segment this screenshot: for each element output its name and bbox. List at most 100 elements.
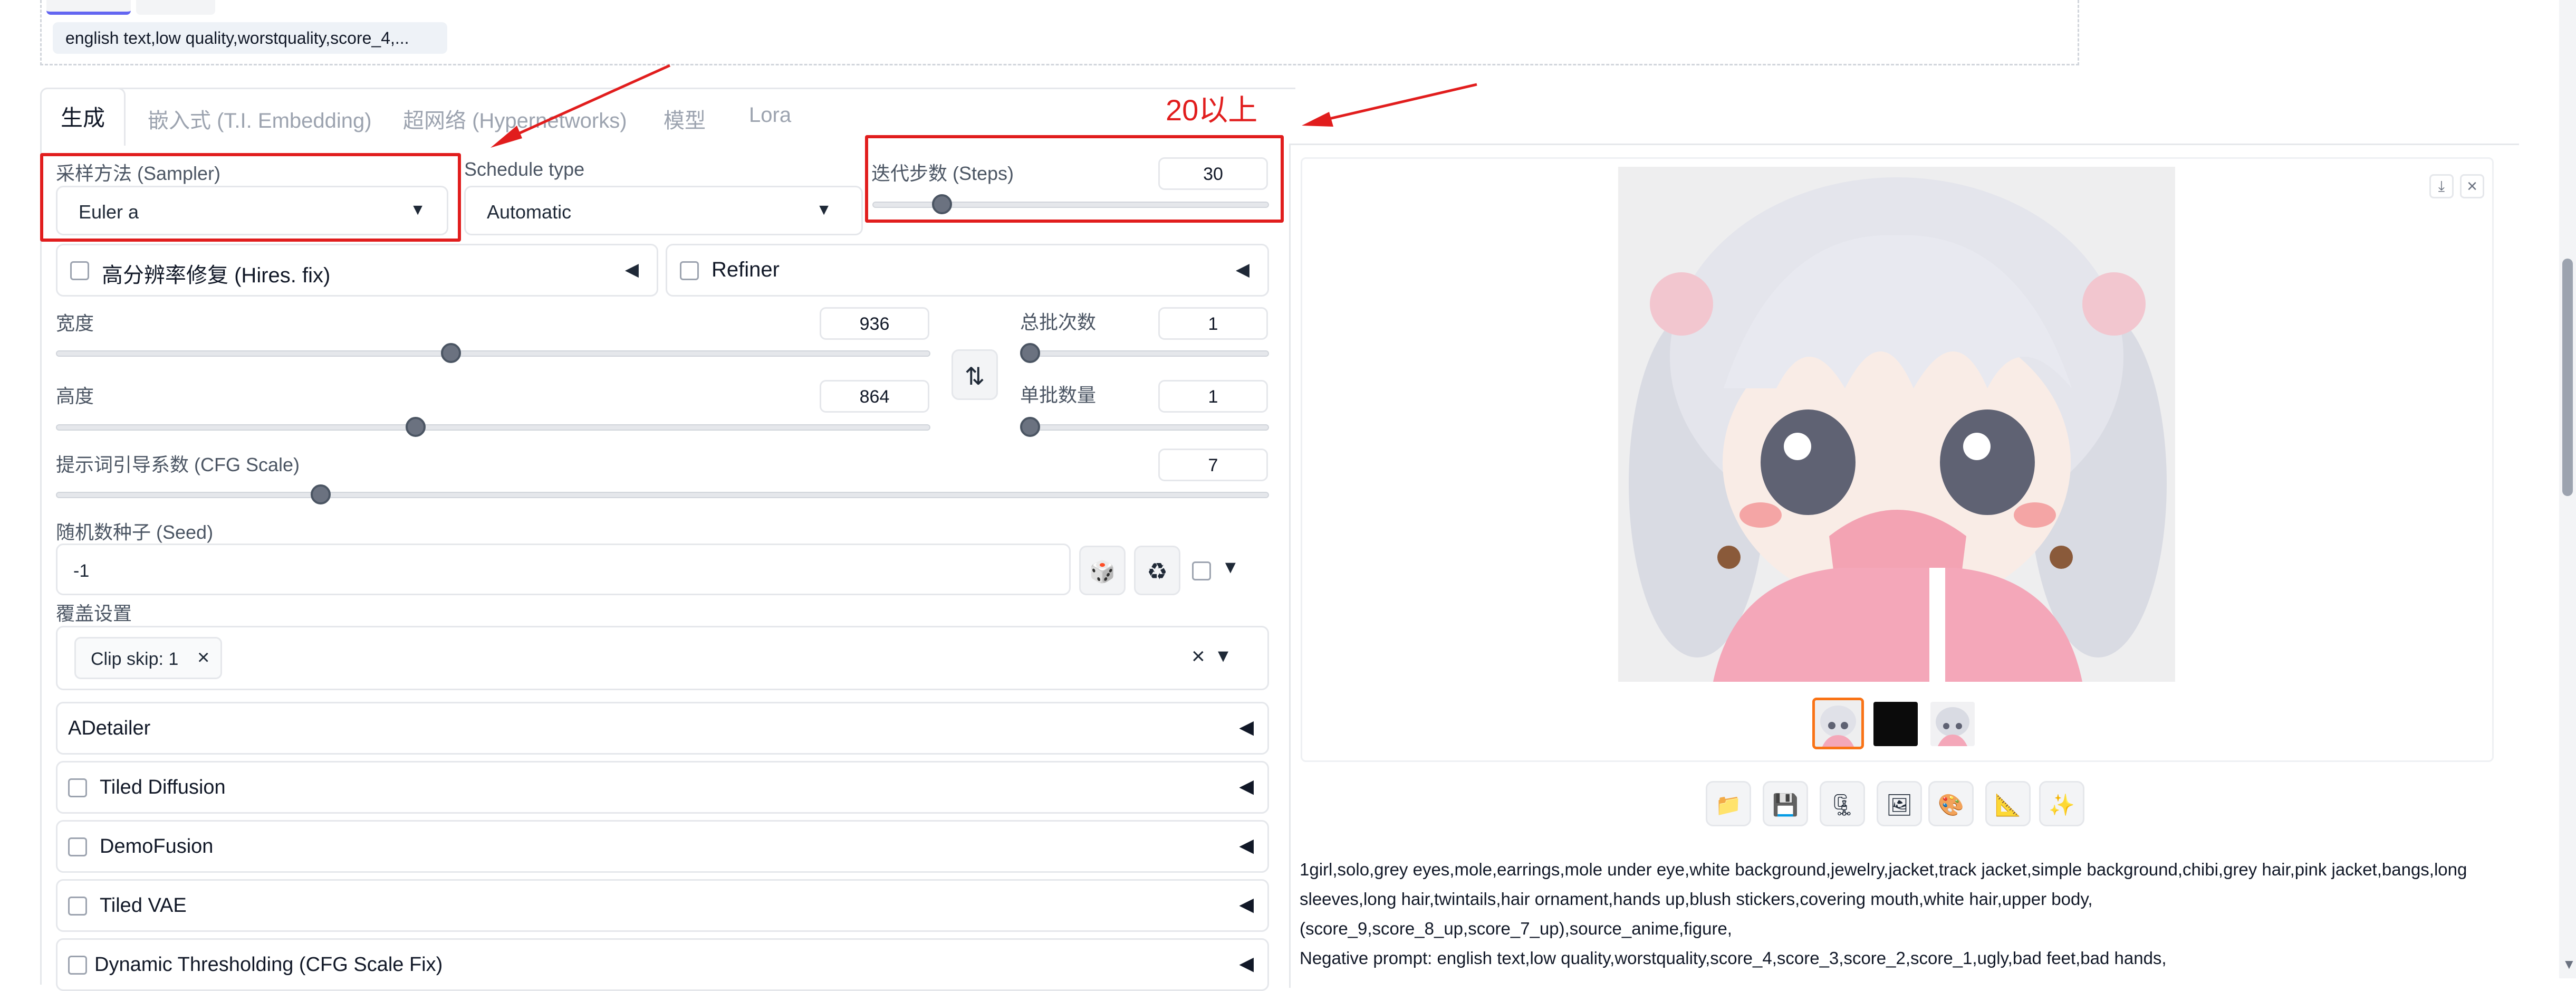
extra-seed-checkbox[interactable] [1192, 561, 1211, 580]
accordion-label: Dynamic Thresholding (CFG Scale Fix) [94, 954, 443, 976]
seed-input[interactable]: -1 [56, 544, 1071, 595]
steps-label: 迭代步数 (Steps) [871, 163, 1014, 184]
height-slider-thumb[interactable] [406, 417, 426, 437]
right-eye [1940, 409, 2035, 515]
accordion-adetailer[interactable]: ADetailer ◀ [56, 702, 1269, 755]
page-scrollbar[interactable]: ▼ [2559, 0, 2576, 978]
collapse-icon[interactable]: ◀ [625, 259, 639, 280]
arrow-to-sampler [500, 64, 671, 143]
generation-info-line: Negative prompt: english text,low qualit… [1300, 948, 2167, 968]
accordion-label: Tiled VAE [100, 894, 187, 917]
thumbnail-3-image [1936, 707, 1969, 746]
sampler-dropdown[interactable]: Euler a ▼ [56, 186, 448, 235]
send-to-extras-button[interactable]: 📐 [1985, 781, 2031, 826]
override-input[interactable]: Clip skip: 1 × × ▾ [56, 626, 1269, 690]
close-icon[interactable]: × [2460, 174, 2484, 198]
hires-fix-checkbox[interactable] [70, 261, 89, 280]
left-blush [1739, 502, 1782, 528]
chevron-down-icon: ▼ [816, 201, 832, 218]
collapse-icon[interactable]: ◀ [1239, 834, 1254, 856]
steps-input[interactable]: 30 [1158, 157, 1268, 190]
accordion-label: DemoFusion [100, 835, 214, 857]
demofusion-checkbox[interactable] [68, 837, 87, 856]
height-slider-track[interactable] [56, 424, 930, 431]
batch-count-slider-track[interactable] [1020, 350, 1269, 357]
generated-image[interactable] [1618, 167, 2175, 682]
accordion-tiled-diffusion[interactable]: Tiled Diffusion ◀ [56, 761, 1269, 814]
left-eye [1761, 409, 1856, 515]
batch-count-slider-thumb[interactable] [1020, 343, 1040, 363]
clear-icon[interactable]: × [1191, 643, 1205, 670]
cfg-input[interactable]: 7 [1158, 449, 1268, 481]
sampler-label: 采样方法 (Sampler) [56, 163, 221, 184]
tiled-diffusion-checkbox[interactable] [68, 778, 87, 797]
batch-size-slider-track[interactable] [1020, 424, 1269, 431]
right-hair-ornament [2082, 272, 2146, 336]
width-slider-track[interactable] [56, 350, 930, 357]
collapse-icon[interactable]: ◀ [1239, 716, 1254, 738]
thumbnail-1[interactable] [1812, 698, 1864, 749]
send-to-img2img-button[interactable]: 🖼 [1877, 781, 1922, 826]
left-eye-highlight [1784, 433, 1811, 460]
seed-value: -1 [73, 561, 90, 581]
upscale-button[interactable]: ✨ [2039, 781, 2084, 826]
arrow-head-steps [1302, 112, 1333, 127]
hires-fix-accordion[interactable]: 高分辨率修复 (Hires. fix) ◀ [56, 244, 658, 297]
cfg-slider-track[interactable] [56, 492, 1269, 498]
schedule-dropdown[interactable]: Automatic ▼ [464, 186, 863, 235]
scrollbar-thumb[interactable] [2562, 259, 2573, 496]
height-label: 高度 [56, 385, 94, 407]
batch-size-slider-thumb[interactable] [1020, 417, 1040, 437]
collapse-icon[interactable]: ◀ [1239, 952, 1254, 975]
extra-seed-toggle-icon[interactable]: ▼ [1222, 557, 1239, 578]
arrow-to-steps [1313, 83, 1477, 124]
reuse-seed-button[interactable]: ♻ [1134, 546, 1180, 595]
thumbnail-1-image [1815, 700, 1861, 747]
dynamic-thresholding-checkbox[interactable] [68, 956, 87, 975]
thumbnail-2[interactable] [1873, 702, 1918, 746]
left-hair-ornament [1650, 272, 1713, 336]
override-label: 覆盖设置 [56, 603, 132, 624]
swap-dimensions-button[interactable]: ⇅ [951, 349, 998, 400]
save-button[interactable]: 💾 [1763, 781, 1808, 826]
thumbnail-3[interactable] [1930, 702, 1975, 746]
seed-label: 随机数种子 (Seed) [56, 521, 214, 543]
collapse-icon[interactable]: ◀ [1236, 259, 1249, 280]
accordion-tiled-vae[interactable]: Tiled VAE ◀ [56, 879, 1269, 932]
schedule-value: Automatic [487, 201, 572, 223]
generation-info: 1girl,solo,grey eyes,mole,earrings,mole … [1300, 855, 2513, 973]
collapse-icon[interactable]: ◀ [1239, 893, 1254, 916]
cfg-slider-thumb[interactable] [311, 484, 331, 504]
batch-count-input[interactable]: 1 [1158, 307, 1268, 340]
batch-count-label: 总批次数 [1020, 311, 1097, 333]
arrow-head-sampler [491, 126, 522, 148]
refiner-accordion[interactable]: Refiner ◀ [666, 244, 1269, 297]
refiner-label: Refiner [712, 258, 780, 281]
tiled-vae-checkbox[interactable] [68, 897, 87, 916]
scroll-down-arrow[interactable]: ▼ [2562, 956, 2576, 973]
generation-info-line: sleeves,long hair,twintails,hair ornamen… [1300, 889, 2093, 909]
accordion-dynamic-thresholding[interactable]: Dynamic Thresholding (CFG Scale Fix) ◀ [56, 938, 1269, 991]
open-folder-button[interactable]: 📁 [1706, 781, 1751, 826]
sampler-value: Euler a [79, 201, 139, 223]
collapse-icon[interactable]: ◀ [1239, 775, 1254, 797]
width-input[interactable]: 936 [820, 307, 929, 340]
width-slider-thumb[interactable] [440, 343, 461, 363]
override-chip[interactable]: Clip skip: 1 × [74, 637, 222, 679]
left-earring [1717, 546, 1741, 569]
generation-info-line: (score_9,score_8_up,score_7_up),source_a… [1300, 919, 1732, 938]
refiner-checkbox[interactable] [680, 261, 699, 280]
close-icon[interactable]: × [197, 646, 209, 670]
accordion-label: ADetailer [68, 717, 151, 739]
download-icon[interactable]: ⤓ [2429, 174, 2454, 198]
schedule-label: Schedule type [464, 158, 585, 180]
height-input[interactable]: 864 [820, 380, 929, 413]
batch-size-input[interactable]: 1 [1158, 380, 1268, 413]
random-seed-button[interactable]: 🎲 [1079, 546, 1126, 595]
send-to-inpaint-button[interactable]: 🎨 [1928, 781, 1974, 826]
accordion-demofusion[interactable]: DemoFusion ◀ [56, 820, 1269, 873]
save-zip-button[interactable]: 🗜 [1820, 781, 1865, 826]
generation-info-line: 1girl,solo,grey eyes,mole,earrings,mole … [1300, 860, 2467, 879]
caret-down-icon[interactable]: ▾ [1218, 643, 1228, 668]
steps-slider-thumb[interactable] [931, 194, 952, 214]
